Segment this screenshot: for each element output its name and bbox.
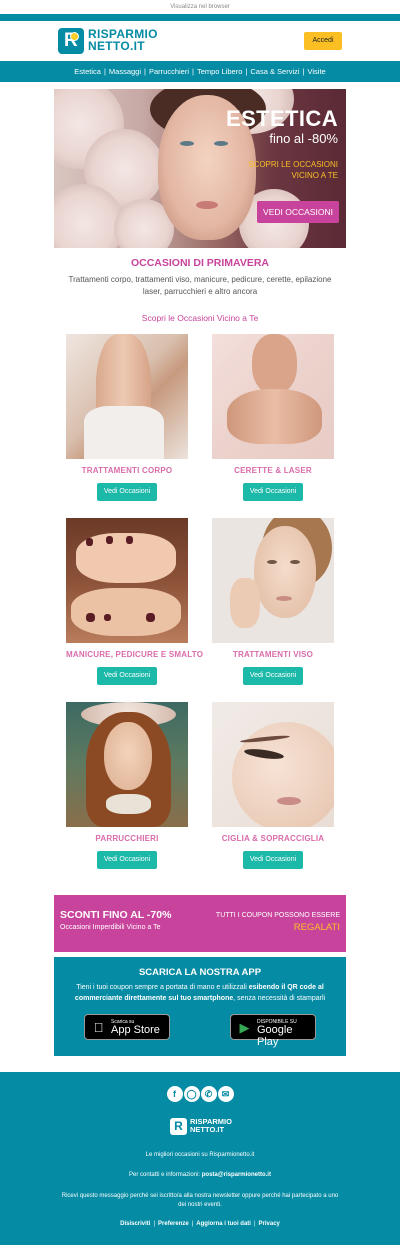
hero-eye (214, 141, 228, 146)
view-in-browser-link[interactable]: Visualizza nel browser (0, 0, 400, 14)
google-play-icon: ▶ (239, 1020, 250, 1035)
hero-banner[interactable]: ESTETICA fino al -80% SCOPRI LE OCCASION… (54, 89, 346, 248)
promo-coupon-text: TUTTI I COUPON POSSONO ESSERE (215, 912, 340, 919)
category-image-face[interactable] (212, 518, 334, 643)
category-button[interactable]: Vedi Occasioni (97, 667, 157, 685)
whatsapp-icon[interactable]: ✆ (200, 1086, 217, 1102)
hero-discount: fino al -80% (269, 131, 338, 146)
hero-cta-button[interactable]: VEDI OCCASIONI (257, 201, 339, 223)
social-icons: f ◯ ✆ ✉ (166, 1084, 234, 1102)
nav-item-tempo-libero[interactable]: Tempo Libero (197, 67, 242, 76)
hero-tagline: SCOPRI LE OCCASIONI VICINO A TE (248, 159, 338, 181)
facebook-icon[interactable]: f (166, 1086, 183, 1102)
google-play-big-text: Google Play (257, 1024, 293, 1048)
instagram-icon[interactable]: ◯ (183, 1086, 200, 1102)
category-card: TRATTAMENTI VISO Vedi Occasioni (212, 518, 334, 685)
preferences-link[interactable]: Preferenze (158, 1221, 189, 1227)
hero-tagline-line2: VICINO A TE (291, 171, 338, 180)
header: R RISPARMIO NETTO.IT Accedi (0, 21, 400, 61)
promo-subtitle: Occasioni Imperdibili Vicino a Te (60, 924, 161, 931)
category-card: CERETTE & LASER Vedi Occasioni (212, 334, 334, 501)
footer-logo[interactable]: R RISPARMIO NETTO.IT (170, 1118, 232, 1136)
nav-item-parrucchieri[interactable]: Parrucchieri (149, 67, 189, 76)
hero-tagline-line1: SCOPRI LE OCCASIONI (248, 160, 338, 169)
footer: f ◯ ✆ ✉ R RISPARMIO NETTO.IT Le migliori oc… (0, 1072, 400, 1245)
category-button[interactable]: Vedi Occasioni (243, 483, 303, 501)
category-image-manicure[interactable] (66, 518, 188, 643)
category-card: PARRUCCHIERI Vedi Occasioni (66, 702, 188, 869)
footer-links: Disiscriviti | Preferenze | Aggiorna i tuoi … (120, 1221, 280, 1227)
email-icon[interactable]: ✉ (217, 1086, 234, 1102)
category-image-lashes[interactable] (212, 702, 334, 827)
top-accent-bar (0, 14, 400, 21)
app-store-big-text: App Store (111, 1024, 160, 1036)
section-description: Trattamenti corpo, trattamenti viso, man… (68, 275, 332, 296)
logo-text-line2: NETTO.IT (88, 39, 145, 53)
category-title: TRATTAMENTI CORPO (81, 466, 173, 475)
category-card: MANICURE, PEDICURE E SMALTO Vedi Occasio… (66, 518, 204, 685)
category-title: TRATTAMENTI VISO (232, 650, 314, 659)
category-title: CIGLIA & SOPRACCIGLIA (221, 834, 325, 843)
privacy-link[interactable]: Privacy (259, 1221, 280, 1227)
category-button[interactable]: Vedi Occasioni (97, 483, 157, 501)
category-nav: Estetica | Massaggi | Parrucchieri | Tempo Lib… (0, 61, 400, 82)
category-button[interactable]: Vedi Occasioni (243, 667, 303, 685)
category-image-waxing[interactable] (212, 334, 334, 459)
footer-email-link[interactable]: posta@risparmionetto.it (202, 1172, 271, 1178)
app-description: Tieni i tuoi coupon sempre a portata di … (74, 984, 326, 1002)
footer-tagline: Le migliori occasioni su Risparmionetto.… (145, 1152, 255, 1158)
nav-item-casa-servizi[interactable]: Casa & Servizi (250, 67, 299, 76)
hero-title: ESTETICA (226, 106, 338, 131)
section-link[interactable]: Scopri le Occasioni Vicino a Te (0, 313, 400, 323)
nav-item-estetica[interactable]: Estetica (74, 67, 101, 76)
nav-item-massaggi[interactable]: Massaggi (109, 67, 141, 76)
category-button[interactable]: Vedi Occasioni (97, 851, 157, 869)
category-image-body[interactable] (66, 334, 188, 459)
promo-gift-text: REGALATI (293, 922, 340, 933)
footer-logo-mark-icon: R (170, 1118, 187, 1135)
google-play-badge[interactable]: ▶ DISPONIBILE SU Google Play (230, 1014, 316, 1048)
category-title: CERETTE & LASER (234, 466, 312, 475)
section-title: OCCASIONI DI PRIMAVERA (130, 257, 270, 269)
category-title: MANICURE, PEDICURE E SMALTO (66, 650, 204, 659)
login-button[interactable]: Accedi (304, 32, 342, 50)
footer-logo-line2: NETTO.IT (190, 1125, 225, 1134)
category-card: CIGLIA & SOPRACCIGLIA Vedi Occasioni (212, 702, 334, 869)
app-download-section: SCARICA LA NOSTRA APP Tieni i tuoi coupo… (54, 957, 346, 1056)
apple-icon:  (91, 1020, 106, 1035)
app-store-badge[interactable]:  Scarica su App Store (84, 1014, 170, 1040)
footer-disclaimer: Ricevi questo messaggio perché sei iscri… (61, 1193, 339, 1208)
nav-item-visite[interactable]: Visite (308, 67, 326, 76)
footer-contact: Per contatti e informazioni: posta@rispa… (129, 1172, 271, 1178)
category-button[interactable]: Vedi Occasioni (243, 851, 303, 869)
unsubscribe-link[interactable]: Disiscriviti (120, 1221, 150, 1227)
promo-title: SCONTI FINO AL -70% (60, 909, 172, 921)
app-title: SCARICA LA NOSTRA APP (138, 967, 262, 978)
category-card: TRATTAMENTI CORPO Vedi Occasioni (66, 334, 188, 501)
logo-mark-icon: R (58, 28, 84, 54)
hero-eye (180, 141, 194, 146)
category-title: PARRUCCHIERI (95, 834, 159, 843)
logo[interactable]: R RISPARMIO NETTO.IT (58, 28, 158, 54)
hero-lips (196, 201, 218, 209)
update-data-link[interactable]: Aggiorna i tuoi dati (196, 1221, 251, 1227)
category-image-hair[interactable] (66, 702, 188, 827)
promo-banner[interactable]: SCONTI FINO AL -70% Occasioni Imperdibil… (54, 895, 346, 952)
